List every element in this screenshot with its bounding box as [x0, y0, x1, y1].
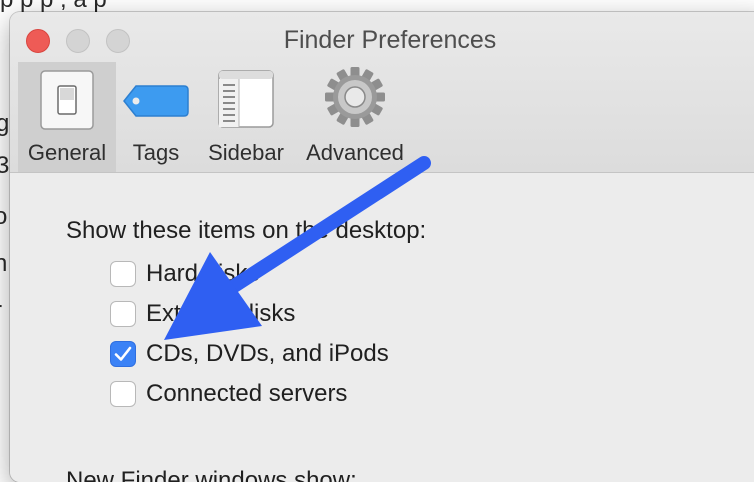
titlebar-toolbar: Finder Preferences General Tags Sidebar … — [10, 12, 754, 173]
background-text-line: g — [0, 110, 10, 137]
option-label: CDs, DVDs, and iPods — [146, 340, 389, 367]
option-label: Connected servers — [146, 380, 348, 407]
light-switch-icon — [40, 70, 94, 130]
option-label: Hard disks — [146, 260, 260, 287]
tab-tags-label: Tags — [132, 140, 180, 165]
new-finder-windows-label: New Finder windows show: — [66, 467, 357, 482]
tab-general[interactable]: General — [18, 62, 116, 172]
tab-general-label: General — [27, 140, 107, 165]
tab-sidebar[interactable]: Sidebar — [198, 62, 294, 172]
tab-sidebar-label: Sidebar — [208, 140, 284, 165]
gear-icon — [325, 67, 385, 127]
tag-icon — [123, 85, 189, 117]
general-pane: Show these items on the desktop: Hard di… — [10, 173, 754, 482]
tab-advanced-label: Advanced — [306, 140, 404, 165]
connected-servers-checkbox[interactable] — [110, 381, 136, 407]
external-disks-checkbox[interactable] — [110, 301, 136, 327]
section-title: Show these items on the desktop: — [66, 217, 427, 244]
tab-advanced[interactable]: Advanced — [300, 62, 410, 172]
background-text-line: r — [0, 297, 2, 325]
checkmark-icon — [114, 346, 132, 361]
option-cds-dvds-ipods[interactable]: CDs, DVDs, and iPods — [110, 339, 389, 369]
window-title: Finder Preferences — [283, 26, 497, 54]
tab-tags[interactable]: Tags — [122, 62, 190, 172]
cds-dvds-ipods-checkbox[interactable] — [110, 341, 136, 367]
sidebar-window-icon — [218, 70, 274, 128]
background-text-line: n — [0, 250, 8, 277]
background-text-line: o — [0, 203, 8, 230]
option-hard-disks[interactable]: Hard disks — [110, 259, 259, 289]
hard-disks-checkbox[interactable] — [110, 261, 136, 287]
option-connected-servers[interactable]: Connected servers — [110, 379, 347, 409]
option-label: External disks — [146, 300, 296, 327]
finder-preferences-window: Finder Preferences General Tags Sidebar … — [10, 12, 754, 482]
option-external-disks[interactable]: External disks — [110, 299, 295, 329]
background-text-line: 3 — [0, 152, 10, 179]
